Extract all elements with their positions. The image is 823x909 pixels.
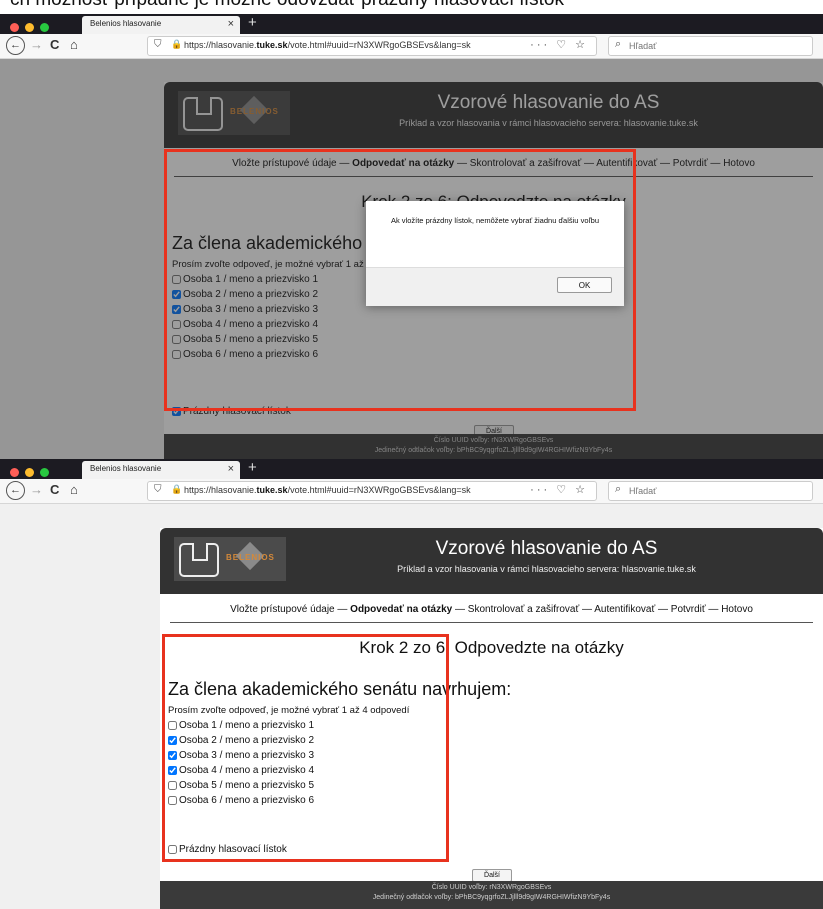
search-input[interactable] — [629, 39, 799, 52]
page-title: Vzorové hlasovanie do AS — [435, 538, 658, 559]
answer-checkbox[interactable] — [168, 781, 177, 790]
home-icon[interactable]: ⌂ — [70, 482, 78, 497]
answer-option[interactable]: Osoba 2 / meno a priezvisko 2 — [168, 733, 314, 748]
browser-tab[interactable]: Belenios hlasovanie × — [82, 16, 240, 34]
answer-option[interactable]: Osoba 5 / meno a priezvisko 5 — [168, 778, 314, 793]
forward-icon[interactable]: → — [30, 37, 43, 52]
answer-option[interactable]: Osoba 4 / meno a priezvisko 4 — [168, 763, 314, 778]
answer-checkbox[interactable] — [168, 721, 177, 730]
home-icon[interactable]: ⌂ — [70, 37, 78, 52]
vote-card: BELENIOS Vzorové hlasovanie do AS Príkla… — [160, 528, 823, 909]
question-title: Za člena akademického senátu navrhujem: — [168, 679, 512, 699]
url-text[interactable]: https://hlasovanie.tuke.sk/vote.html#uui… — [184, 40, 471, 50]
tab-bar: Belenios hlasovanie × + — [0, 459, 823, 479]
page-actions-icon[interactable]: ··· ♡ ☆ — [530, 38, 588, 51]
maximize-window-icon[interactable] — [40, 468, 49, 477]
dialog-message: Ak vložíte prázdny lístok, nemôžete vybr… — [390, 216, 600, 225]
url-bar[interactable]: ⛉ 🔒 https://hlasovanie.tuke.sk/vote.html… — [147, 36, 597, 56]
blank-ballot-option[interactable]: Prázdny hlasovací lístok — [168, 844, 287, 855]
maximize-window-icon[interactable] — [40, 23, 49, 32]
page-header: BELENIOS Vzorové hlasovanie do AS Príkla… — [160, 528, 823, 594]
search-icon: ⌕ — [615, 483, 622, 495]
tracking-shield-icon[interactable]: ⛉ — [154, 484, 162, 495]
tab-title: Belenios hlasovanie — [90, 19, 162, 28]
caption-text: ch možnosť prípadne je možné odovzdať pr… — [10, 0, 564, 11]
answer-checkbox[interactable] — [168, 766, 177, 775]
answer-checkbox[interactable] — [168, 751, 177, 760]
search-bar[interactable]: ⌕ — [608, 36, 813, 56]
step-breadcrumb: Vložte prístupové údaje — Odpovedať na o… — [170, 604, 813, 623]
close-window-icon[interactable] — [10, 468, 19, 477]
footer-fingerprint: Jedinečný odtlačok voľby: bPhBC9yqgrfoZL… — [372, 894, 611, 901]
answer-checkbox[interactable] — [168, 736, 177, 745]
nav-bar: ← → C ⌂ ⛉ 🔒 https://hlasovanie.tuke.sk/v… — [0, 479, 823, 504]
answer-option[interactable]: Osoba 6 / meno a priezvisko 6 — [168, 793, 314, 808]
tab-close-icon[interactable]: × — [228, 18, 234, 30]
back-icon[interactable]: ← — [6, 36, 25, 55]
page-subtitle: Príklad a vzor hlasovania v rámci hlasov… — [397, 564, 696, 574]
tab-close-icon[interactable]: × — [228, 463, 234, 475]
lock-icon[interactable]: 🔒 — [171, 484, 182, 495]
lock-icon[interactable]: 🔒 — [171, 39, 182, 50]
ok-button[interactable]: OK — [557, 277, 612, 293]
url-bar[interactable]: ⛉ 🔒 https://hlasovanie.tuke.sk/vote.html… — [147, 481, 597, 501]
current-step: Odpovedať na otázky — [350, 604, 453, 615]
new-tab-icon[interactable]: + — [248, 459, 257, 476]
answer-option[interactable]: Osoba 1 / meno a priezvisko 1 — [168, 718, 314, 733]
answer-list: Osoba 1 / meno a priezvisko 1 Osoba 2 / … — [168, 718, 314, 808]
nav-bar: ← → C ⌂ ⛉ 🔒 https://hlasovanie.tuke.sk/v… — [0, 34, 823, 59]
instruction-text: Prosím zvoľte odpoveď, je možné vybrať 1… — [168, 705, 410, 716]
reload-icon[interactable]: C — [50, 37, 59, 52]
minimize-window-icon[interactable] — [25, 23, 34, 32]
blank-ballot-checkbox[interactable] — [168, 845, 177, 854]
tracking-shield-icon[interactable]: ⛉ — [154, 39, 162, 50]
screenshot-2: Belenios hlasovanie × + ← → C ⌂ ⛉ 🔒 http… — [0, 459, 823, 909]
step-title: Krok 2 zo 6: Odpovedzte na otázky — [359, 638, 624, 657]
url-text[interactable]: https://hlasovanie.tuke.sk/vote.html#uui… — [184, 485, 471, 495]
alert-dialog: Ak vložíte prázdny lístok, nemôžete vybr… — [366, 201, 624, 306]
search-input[interactable] — [629, 484, 799, 497]
footer-uuid: Číslo UUID voľby: rN3XWRgoGBSEvs — [431, 884, 552, 891]
answer-checkbox[interactable] — [168, 796, 177, 805]
caption-strip: ch možnosť prípadne je možné odovzdať pr… — [0, 0, 823, 14]
back-icon[interactable]: ← — [6, 481, 25, 500]
minimize-window-icon[interactable] — [25, 468, 34, 477]
forward-icon[interactable]: → — [30, 482, 43, 497]
reload-icon[interactable]: C — [50, 482, 59, 497]
page-actions-icon[interactable]: ··· ♡ ☆ — [530, 483, 588, 496]
page-footer: Číslo UUID voľby: rN3XWRgoGBSEvs Jedineč… — [160, 881, 823, 909]
search-bar[interactable]: ⌕ — [608, 481, 813, 501]
answer-option[interactable]: Osoba 3 / meno a priezvisko 3 — [168, 748, 314, 763]
search-icon: ⌕ — [615, 38, 622, 50]
browser-tab[interactable]: Belenios hlasovanie × — [82, 461, 240, 479]
new-tab-icon[interactable]: + — [248, 14, 257, 31]
tab-title: Belenios hlasovanie — [90, 464, 162, 473]
screenshot-1: Belenios hlasovanie × + ← → C ⌂ ⛉ 🔒 http… — [0, 14, 823, 460]
tab-bar: Belenios hlasovanie × + — [0, 14, 823, 34]
close-window-icon[interactable] — [10, 23, 19, 32]
